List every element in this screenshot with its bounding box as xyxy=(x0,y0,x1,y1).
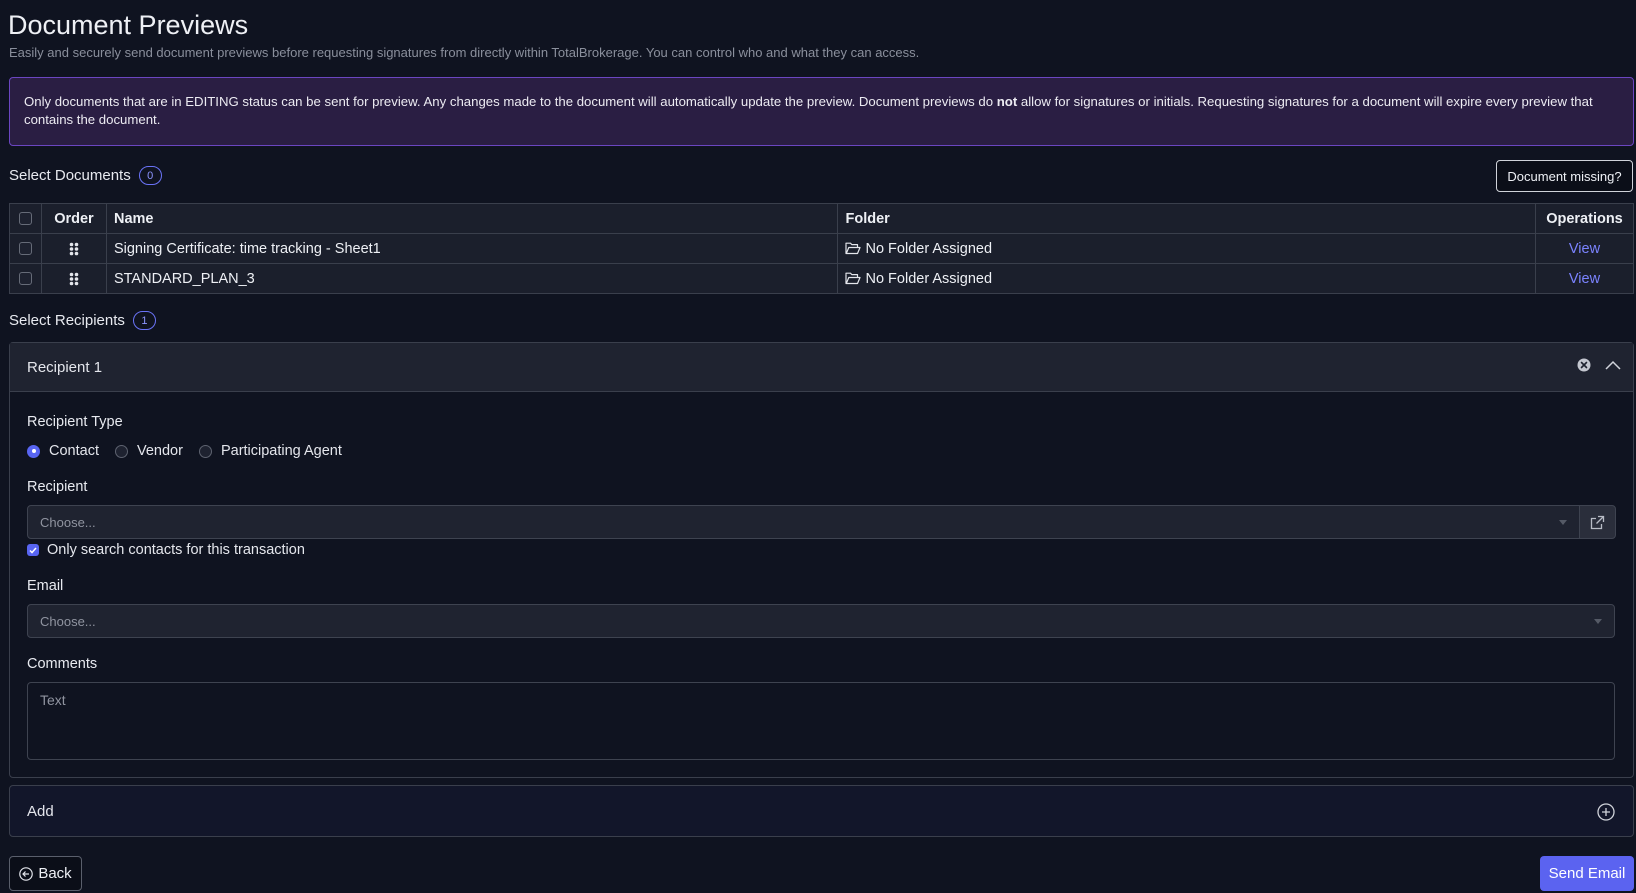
email-label: Email xyxy=(27,578,64,594)
comments-label: Comments xyxy=(27,656,98,672)
chevron-up-icon[interactable] xyxy=(1605,360,1621,370)
external-link-icon xyxy=(1590,515,1605,529)
column-name: Name xyxy=(105,203,839,234)
chevron-down-icon xyxy=(1594,619,1602,624)
info-notice: Only documents that are in EDITING statu… xyxy=(9,77,1634,146)
radio-vendor[interactable]: Vendor xyxy=(114,443,183,459)
drag-handle-icon[interactable] xyxy=(69,272,79,286)
row-select-cell[interactable] xyxy=(9,263,42,294)
add-recipient-row[interactable]: Add xyxy=(9,785,1634,837)
add-recipient-label: Add xyxy=(27,802,54,820)
document-folder: No Folder Assigned xyxy=(837,233,1536,264)
folder-open-icon xyxy=(845,242,862,254)
back-arrow-circle-icon xyxy=(19,866,34,881)
select-all-checkbox[interactable] xyxy=(18,212,32,226)
select-documents-label: Select Documents xyxy=(9,167,131,184)
recipients-count-badge: 1 xyxy=(132,311,156,330)
send-email-button[interactable]: Send Email xyxy=(1540,856,1634,891)
folder-label: No Folder Assigned xyxy=(865,270,993,287)
view-link[interactable]: View xyxy=(1569,271,1600,287)
drag-handle[interactable] xyxy=(40,233,107,264)
recipient-type-label: Recipient Type xyxy=(27,414,123,430)
recipient-card: Recipient 1 Recipient Type Contact Vendo… xyxy=(9,342,1634,778)
select-all-cell[interactable] xyxy=(9,203,42,234)
operations-cell: View xyxy=(1534,233,1635,264)
radio-contact[interactable]: Contact xyxy=(27,443,99,459)
table-row: Signing Certificate: time tracking - She… xyxy=(9,233,1635,264)
radio-participating-agent-label: Participating Agent xyxy=(220,443,342,459)
recipient-select[interactable]: Choose... xyxy=(27,505,1580,539)
column-operations: Operations xyxy=(1534,203,1635,234)
view-link[interactable]: View xyxy=(1569,241,1600,257)
back-button[interactable]: Back xyxy=(9,856,82,891)
notice-text-before: Only documents that are in EDITING statu… xyxy=(24,94,997,109)
only-contacts-option[interactable]: Only search contacts for this transactio… xyxy=(27,542,305,558)
row-checkbox[interactable] xyxy=(18,242,32,256)
chevron-down-icon xyxy=(1559,520,1567,525)
drag-handle-icon[interactable] xyxy=(69,242,79,256)
recipient-label: Recipient xyxy=(27,479,88,495)
document-name: Signing Certificate: time tracking - She… xyxy=(105,233,839,264)
radio-contact-control[interactable] xyxy=(27,444,40,458)
recipient-type-radios: Contact Vendor Participating Agent xyxy=(27,443,358,459)
document-folder: No Folder Assigned xyxy=(837,263,1536,294)
table-header-row: Order Name Folder Operations xyxy=(9,203,1635,234)
radio-vendor-label: Vendor xyxy=(136,443,183,459)
email-select[interactable]: Choose... xyxy=(27,604,1615,638)
folder-open-icon xyxy=(845,272,862,284)
column-folder: Folder xyxy=(837,203,1536,234)
select-recipients-label: Select Recipients xyxy=(9,312,125,329)
checkmark-icon xyxy=(29,547,37,554)
radio-participating-agent[interactable]: Participating Agent xyxy=(198,443,342,459)
table-row: STANDARD_PLAN_3 No Folder Assigned View xyxy=(9,263,1635,294)
recipient-card-title: Recipient 1 xyxy=(27,358,103,376)
only-contacts-label: Only search contacts for this transactio… xyxy=(47,542,305,558)
folder-label: No Folder Assigned xyxy=(865,240,993,257)
documents-table: Order Name Folder Operations Signing Cer… xyxy=(9,203,1635,294)
select-documents-heading: Select Documents 0 xyxy=(9,166,162,185)
notice-bold-text: not xyxy=(996,94,1018,109)
radio-contact-label: Contact xyxy=(49,443,99,459)
open-external-button[interactable] xyxy=(1579,505,1616,539)
page-subtitle: Easily and securely send document previe… xyxy=(9,45,920,60)
row-select-cell[interactable] xyxy=(9,233,42,264)
comments-placeholder: Text xyxy=(40,692,66,708)
radio-vendor-control[interactable] xyxy=(114,444,128,458)
email-select-placeholder: Choose... xyxy=(40,613,96,629)
document-missing-button[interactable]: Document missing? xyxy=(1496,160,1633,192)
select-recipients-heading: Select Recipients 1 xyxy=(9,311,156,330)
comments-textarea[interactable]: Text xyxy=(27,682,1615,760)
only-contacts-checkbox[interactable] xyxy=(27,544,39,556)
remove-recipient-icon[interactable] xyxy=(1577,358,1591,372)
row-checkbox[interactable] xyxy=(18,272,32,286)
drag-handle[interactable] xyxy=(40,263,107,294)
page-title: Document Previews xyxy=(8,10,249,40)
column-order: Order xyxy=(40,203,107,234)
recipient-card-header[interactable]: Recipient 1 xyxy=(10,343,1633,392)
document-name: STANDARD_PLAN_3 xyxy=(105,263,839,294)
add-circle-icon[interactable] xyxy=(1597,803,1615,821)
recipient-select-placeholder: Choose... xyxy=(40,514,96,530)
documents-count-badge: 0 xyxy=(138,166,162,185)
operations-cell: View xyxy=(1534,263,1635,294)
radio-participating-agent-control[interactable] xyxy=(198,444,212,458)
back-button-label: Back xyxy=(38,865,72,882)
